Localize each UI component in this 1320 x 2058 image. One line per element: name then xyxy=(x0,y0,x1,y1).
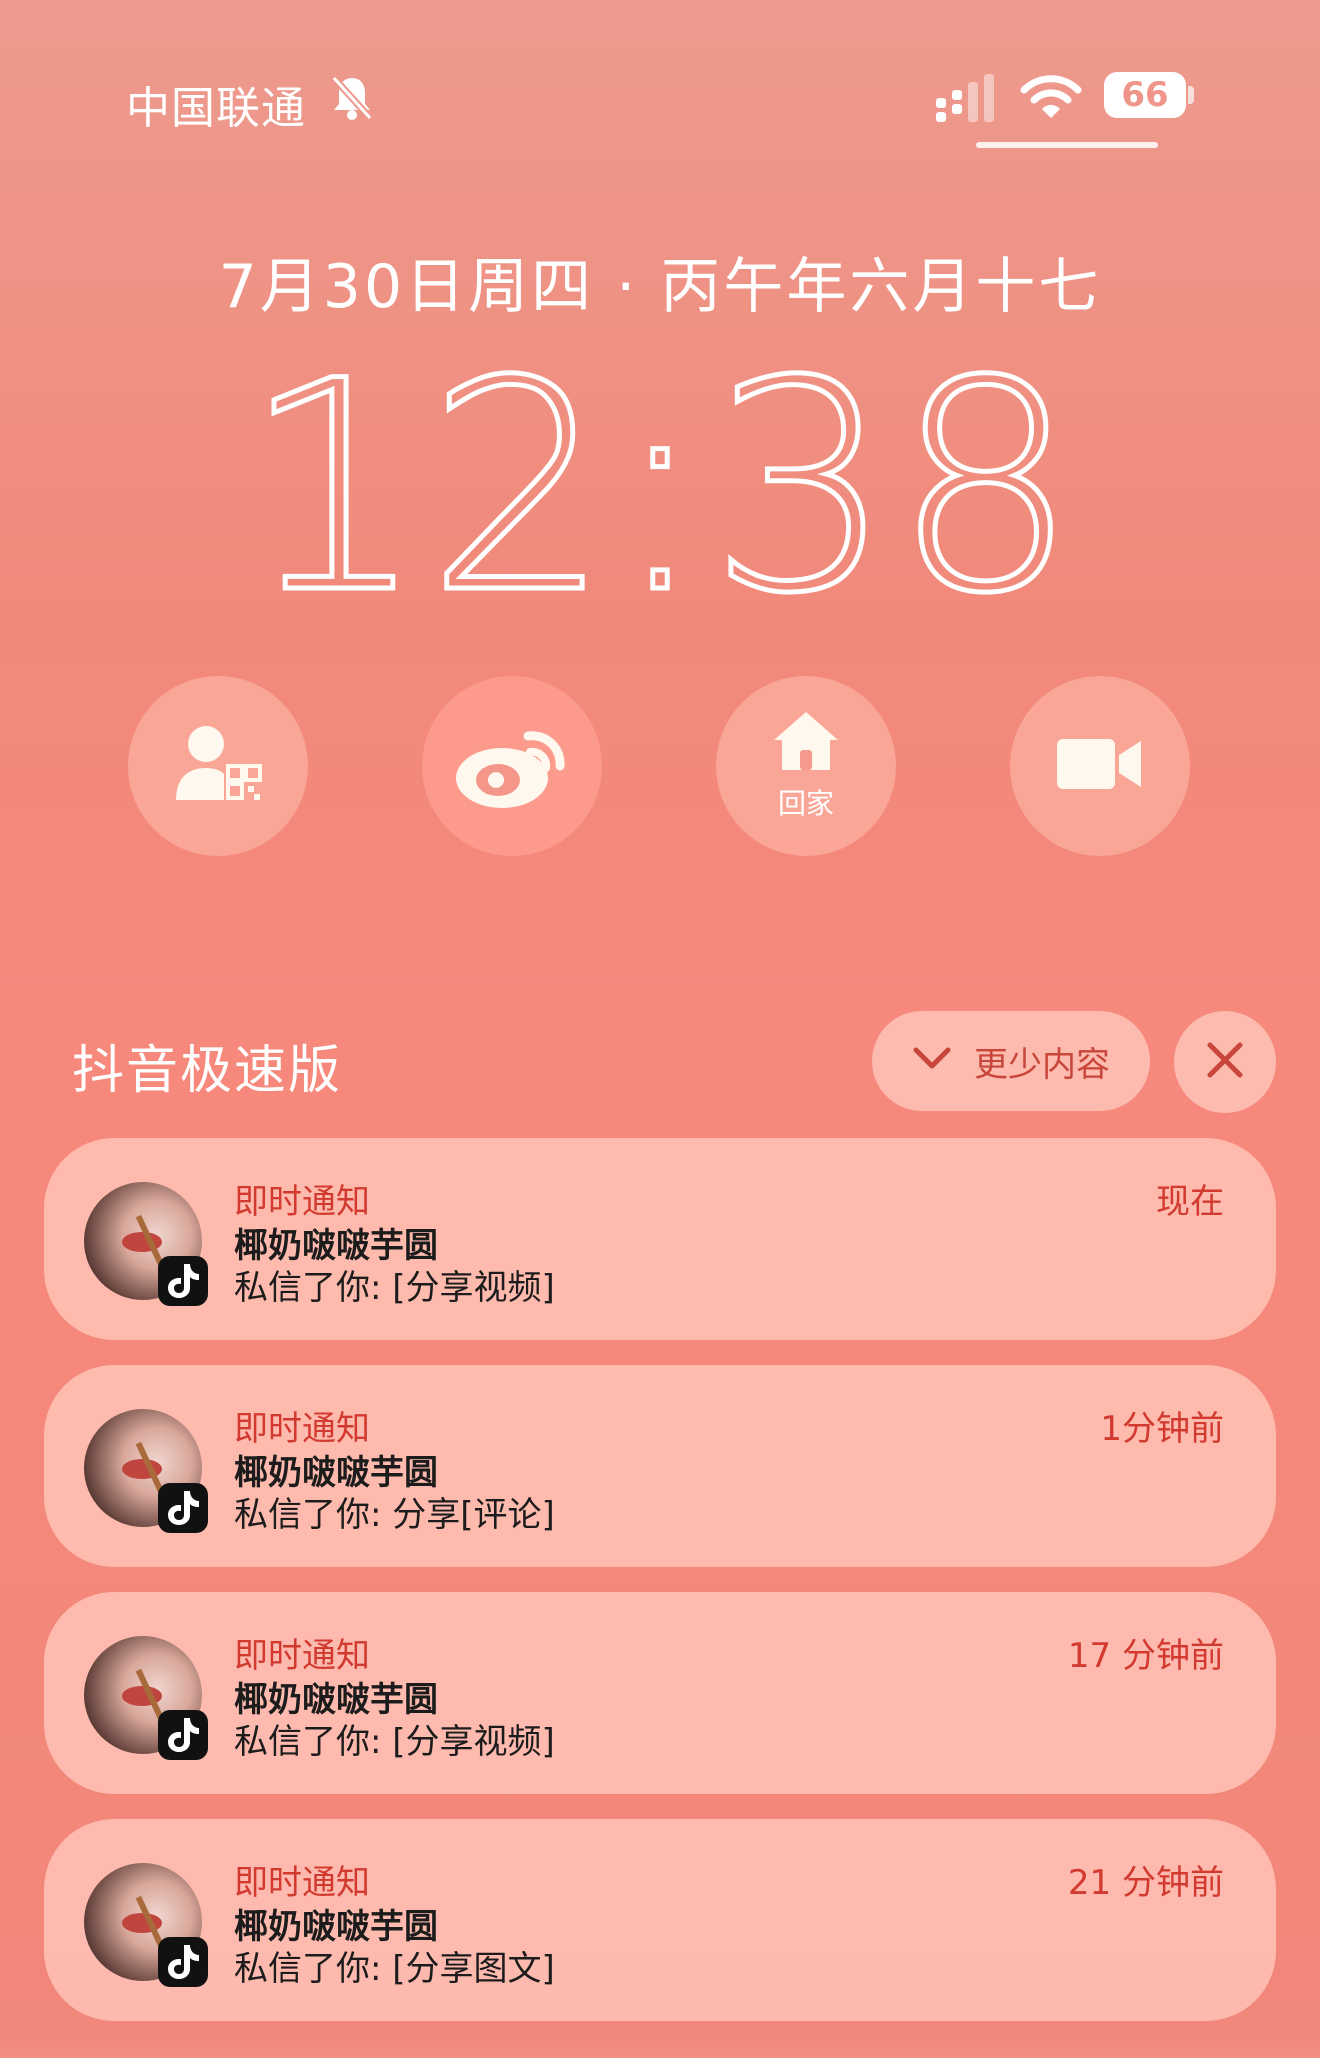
contact-qr-icon xyxy=(170,716,266,816)
notification-time: 现在 xyxy=(1156,1182,1224,1222)
bell-off-icon xyxy=(330,74,374,122)
video-camera-icon xyxy=(1055,735,1145,797)
notification-body: 私信了你: [分享视频] xyxy=(234,1722,555,1762)
tiktok-app-icon xyxy=(158,1256,208,1306)
tiktok-app-icon xyxy=(158,1483,208,1533)
contact-qr-shortcut[interactable] xyxy=(128,676,308,856)
home-shortcut[interactable]: 回家 xyxy=(716,676,896,856)
tiktok-app-icon xyxy=(158,1710,208,1760)
chevron-down-icon xyxy=(912,1041,952,1081)
notification-card[interactable]: 即时通知 现在 椰奶啵啵芋圆 私信了你: [分享视频] xyxy=(44,1138,1276,1340)
status-indicator-line xyxy=(976,142,1158,148)
notification-time: 17 分钟前 xyxy=(1067,1636,1224,1676)
home-shortcut-label: 回家 xyxy=(777,787,834,820)
wifi-icon xyxy=(1020,72,1082,122)
lockscreen-date: 7月30日周四 · 丙午年六月十七 xyxy=(218,252,1102,322)
carrier-name: 中国联通 xyxy=(126,83,306,134)
notification-label: 即时通知 xyxy=(234,1863,370,1903)
show-less-button[interactable]: 更少内容 xyxy=(872,1011,1150,1111)
notification-time: 1分钟前 xyxy=(1100,1409,1224,1449)
show-less-label: 更少内容 xyxy=(974,1044,1110,1085)
clock-time: 12:38 xyxy=(242,338,1078,618)
tiktok-app-icon xyxy=(158,1937,208,1987)
notification-group-title: 抖音极速版 xyxy=(72,1041,343,1101)
signal-icon xyxy=(934,72,1004,124)
notification-body: 私信了你: [分享图文] xyxy=(234,1949,555,1989)
notification-label: 即时通知 xyxy=(234,1636,370,1676)
notification-label: 即时通知 xyxy=(234,1409,370,1449)
close-icon xyxy=(1206,1041,1244,1083)
video-camera-shortcut[interactable] xyxy=(1010,676,1190,856)
close-group-button[interactable] xyxy=(1174,1011,1276,1113)
notification-card[interactable]: 即时通知 21 分钟前 椰奶啵啵芋圆 私信了你: [分享图文] xyxy=(44,1819,1276,2021)
notification-time: 21 分钟前 xyxy=(1067,1863,1224,1903)
battery-icon: 66 xyxy=(1104,72,1196,120)
lockscreen-clock: 12:38 xyxy=(0,318,1320,660)
notification-card[interactable]: 即时通知 1分钟前 椰奶啵啵芋圆 私信了你: 分享[评论] xyxy=(44,1365,1276,1567)
notification-label: 即时通知 xyxy=(234,1182,370,1222)
battery-percent: 66 xyxy=(1104,72,1186,118)
bottom-fade xyxy=(0,2030,1320,2058)
weibo-shortcut[interactable] xyxy=(422,676,602,856)
notification-body: 私信了你: 分享[评论] xyxy=(234,1495,555,1535)
home-icon xyxy=(772,710,840,776)
weibo-icon xyxy=(450,714,574,818)
notification-body: 私信了你: [分享视频] xyxy=(234,1268,555,1308)
notification-card[interactable]: 即时通知 17 分钟前 椰奶啵啵芋圆 私信了你: [分享视频] xyxy=(44,1592,1276,1794)
